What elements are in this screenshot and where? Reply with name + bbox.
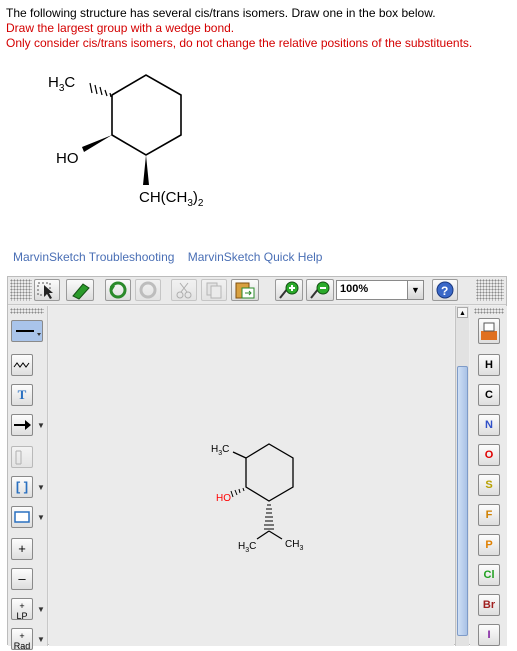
chevron-down-icon[interactable]: ▼ xyxy=(407,281,423,299)
element-button-o[interactable]: O xyxy=(478,444,500,466)
canvas-hashed-isopropyl xyxy=(264,504,274,530)
arrow-right-icon xyxy=(14,420,31,430)
left-toolbar: T ▼ [ ] ▼ ▼ + – + LP ▼ + Rad ▼ xyxy=(8,306,48,651)
copy-button[interactable] xyxy=(201,279,227,301)
canvas-ring xyxy=(245,443,294,502)
paste-icon xyxy=(235,282,255,299)
hydroxyl-label: HO xyxy=(56,150,79,167)
select-tool-button[interactable] xyxy=(34,279,60,301)
hashed-bond-methyl xyxy=(89,82,112,98)
canvas-isopropyl-bond-right xyxy=(268,530,283,540)
marvin-sketch-applet: 100% ▼ ? T ▼ [ ] ▼ ▼ + – + LP ▼ + Rad ▼ … xyxy=(7,276,507,651)
scroll-thumb[interactable] xyxy=(457,366,468,636)
scroll-up-icon[interactable]: ▲ xyxy=(457,307,468,318)
element-button-i[interactable]: I xyxy=(478,624,500,646)
vertical-scrollbar[interactable]: ▲ xyxy=(455,306,469,646)
element-toolbar-grip xyxy=(474,308,504,314)
top-toolbar: 100% ▼ ? xyxy=(8,277,506,305)
radical-label: Rad xyxy=(13,641,31,651)
canvas-molecule: H3C HO H3C CH3 xyxy=(211,443,303,554)
increase-charge-button[interactable]: + xyxy=(11,538,33,560)
element-button-n[interactable]: N xyxy=(478,414,500,436)
help-links: MarvinSketch Troubleshooting MarvinSketc… xyxy=(13,250,332,264)
chain-tool[interactable] xyxy=(11,354,33,376)
canvas-right-methyl-label: CH3 xyxy=(285,539,303,552)
reaction-arrow-tool[interactable] xyxy=(11,414,33,436)
decrease-charge-button[interactable]: – xyxy=(11,568,33,590)
lone-pair-tool[interactable]: + LP xyxy=(11,598,33,621)
toolbar-grip xyxy=(10,279,32,301)
scissors-icon xyxy=(176,282,192,299)
element-button-br[interactable]: Br xyxy=(478,594,500,616)
zoom-out-icon xyxy=(310,281,330,299)
cyclohexane-ring xyxy=(111,74,182,156)
isopropyl-label: CH(CH3)2 xyxy=(139,189,204,209)
wedge-bond-hydroxyl xyxy=(82,135,112,152)
zoom-value: 100% xyxy=(340,283,369,295)
lone-pair-label: LP xyxy=(16,611,28,621)
cut-button[interactable] xyxy=(171,279,197,301)
rectangle-tool[interactable] xyxy=(11,506,33,528)
single-bond-icon xyxy=(16,330,41,336)
paste-button[interactable] xyxy=(231,279,259,301)
question-prompt: The following structure has several cis/… xyxy=(6,6,436,20)
radical-tool[interactable]: + Rad xyxy=(11,628,33,651)
element-button-cl[interactable]: Cl xyxy=(478,564,500,586)
eraser-icon xyxy=(72,283,90,300)
chevron-down-icon[interactable]: ▼ xyxy=(37,605,45,614)
instruction-substituents: Only consider cis/trans isomers, do not … xyxy=(6,36,473,50)
canvas-left-methyl-label: H3C xyxy=(238,541,256,554)
chevron-down-icon[interactable]: ▼ xyxy=(37,635,45,644)
drawing-canvas[interactable]: H3C HO H3C CH3 xyxy=(49,306,454,646)
zoom-out-button[interactable] xyxy=(306,279,334,301)
canvas-methyl-label: H3C xyxy=(211,444,229,457)
undo-button[interactable] xyxy=(105,279,131,301)
chevron-down-icon[interactable]: ▼ xyxy=(37,483,45,492)
zoom-select[interactable]: 100% ▼ xyxy=(336,280,424,300)
canvas-hashed-hydroxyl xyxy=(230,487,245,498)
text-tool[interactable]: T xyxy=(11,384,33,406)
redo-button[interactable] xyxy=(135,279,161,301)
lasso-select-icon xyxy=(37,282,53,299)
bracket-tool[interactable]: [ ] xyxy=(11,476,33,498)
toolbar-grip-right xyxy=(476,279,504,301)
rectangle-icon xyxy=(14,511,30,523)
help-button[interactable]: ? xyxy=(432,279,458,301)
single-bond-tool[interactable] xyxy=(11,320,43,342)
wedge-bond-isopropyl xyxy=(143,155,149,185)
left-toolbar-grip xyxy=(10,308,44,314)
zoom-in-button[interactable] xyxy=(275,279,303,301)
chevron-down-icon[interactable]: ▼ xyxy=(37,513,45,522)
instruction-wedge: Draw the largest group with a wedge bond… xyxy=(6,21,235,35)
help-icon: ? xyxy=(436,281,454,299)
svg-text:?: ? xyxy=(441,284,448,298)
zoom-in-icon xyxy=(279,281,299,299)
periodic-table-button[interactable] xyxy=(478,318,500,344)
methyl-label: H3C xyxy=(48,74,75,94)
periodic-table-icon xyxy=(481,322,497,340)
template-icon xyxy=(15,450,22,465)
element-button-p[interactable]: P xyxy=(478,534,500,556)
undo-icon xyxy=(109,281,127,299)
canvas-isopropyl-bond-left xyxy=(256,530,270,540)
troubleshooting-link[interactable]: MarvinSketch Troubleshooting xyxy=(13,250,174,264)
template-tool[interactable] xyxy=(11,446,33,468)
element-button-h[interactable]: H xyxy=(478,354,500,376)
given-structure: H3C HO CH(CH3)2 xyxy=(48,74,204,209)
element-toolbar: H C N O S F P Cl Br I xyxy=(470,306,507,646)
canvas-methyl-bond xyxy=(232,451,247,459)
element-button-s[interactable]: S xyxy=(478,474,500,496)
element-button-c[interactable]: C xyxy=(478,384,500,406)
chevron-down-icon[interactable]: ▼ xyxy=(37,421,45,430)
element-button-f[interactable]: F xyxy=(478,504,500,526)
quick-help-link[interactable]: MarvinSketch Quick Help xyxy=(188,250,323,264)
redo-icon xyxy=(139,281,157,299)
eraser-button[interactable] xyxy=(66,279,94,301)
copy-icon xyxy=(206,282,222,299)
chain-icon xyxy=(13,362,30,368)
canvas-hydroxyl-label: HO xyxy=(216,493,231,504)
